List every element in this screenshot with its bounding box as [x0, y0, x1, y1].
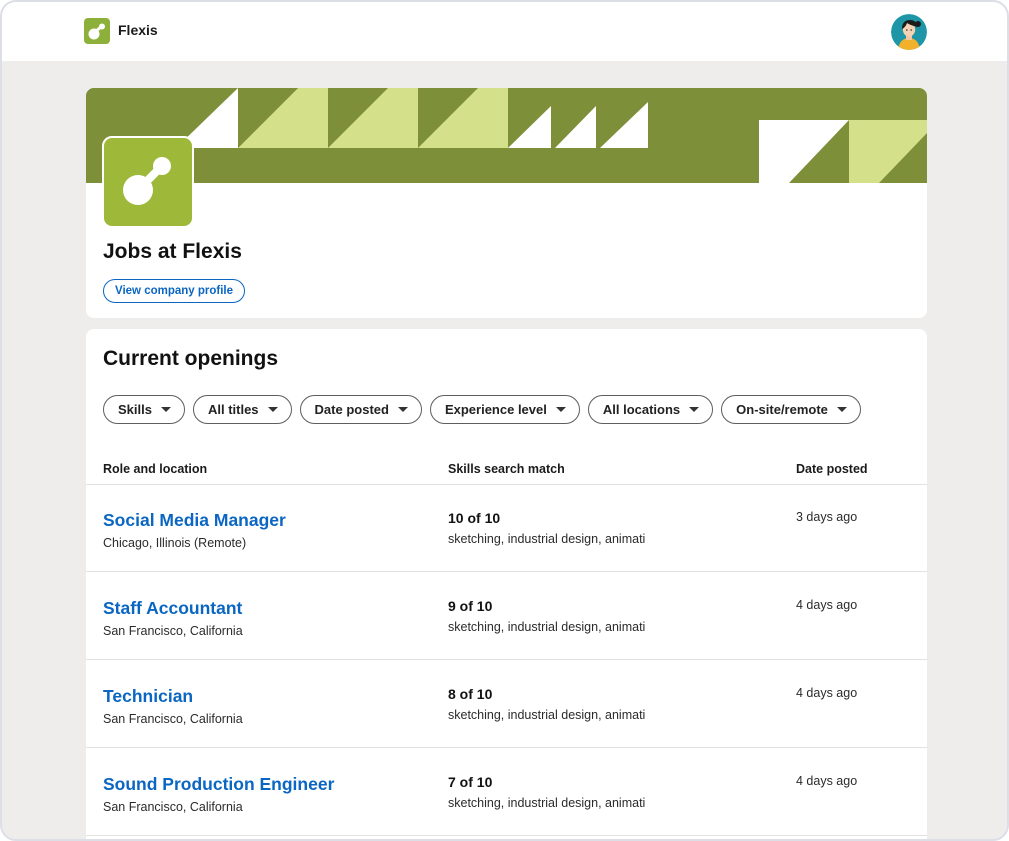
table-row: Social Media Manager Chicago, Illinois (… — [86, 485, 927, 572]
job-title-link[interactable]: Technician — [103, 686, 193, 707]
filter-date-posted[interactable]: Date posted — [299, 395, 422, 424]
table-header: Role and location Skills search match Da… — [86, 455, 927, 485]
column-header-skills: Skills search match — [448, 462, 565, 476]
caret-down-icon — [689, 407, 700, 412]
date-posted: 4 days ago — [796, 774, 858, 788]
date-posted: 4 days ago — [796, 686, 858, 700]
filter-skills[interactable]: Skills — [103, 395, 185, 424]
caret-down-icon — [555, 407, 566, 412]
job-title-link[interactable]: Social Media Manager — [103, 510, 286, 531]
job-title-link[interactable]: Sound Production Engineer — [103, 774, 334, 795]
filter-titles[interactable]: All titles — [192, 395, 292, 424]
matched-skills: sketching, industrial design, animati — [448, 796, 646, 810]
job-location: San Francisco, California — [103, 800, 243, 814]
date-posted: 3 days ago — [796, 510, 858, 524]
nav-brand-name[interactable]: Flexis — [118, 22, 158, 38]
filter-label: All titles — [207, 402, 259, 417]
current-openings-card: Current openings Skills All titles Date … — [86, 329, 927, 839]
matched-skills: sketching, industrial design, animati — [448, 620, 646, 634]
skills-match-count: 7 of 10 — [448, 774, 493, 790]
column-header-date: Date posted — [796, 462, 868, 476]
filter-label: Skills — [118, 402, 152, 417]
job-location: San Francisco, California — [103, 712, 243, 726]
filter-label: All locations — [602, 402, 681, 417]
table-row: Technician San Francisco, California 8 o… — [86, 661, 927, 748]
filter-experience-level[interactable]: Experience level — [429, 395, 580, 424]
top-nav: Flexis — [2, 2, 1007, 61]
caret-down-icon — [397, 407, 408, 412]
company-logo-icon — [102, 136, 194, 228]
filter-label: On-site/remote — [736, 402, 828, 417]
skills-match-count: 9 of 10 — [448, 598, 493, 614]
filter-bar: Skills All titles Date posted Experience… — [103, 395, 861, 424]
app-frame: Flexis Jobs at Flexis View company profi… — [0, 0, 1009, 841]
job-title-link[interactable]: Staff Accountant — [103, 598, 242, 619]
job-location: Chicago, Illinois (Remote) — [103, 536, 247, 550]
filter-onsite-remote[interactable]: On-site/remote — [721, 395, 861, 424]
matched-skills: sketching, industrial design, animati — [448, 708, 646, 722]
table-row: Staff Accountant San Francisco, Californ… — [86, 573, 927, 660]
view-company-profile-button[interactable]: View company profile — [103, 279, 246, 303]
company-banner — [86, 88, 927, 183]
page-title: Jobs at Flexis — [103, 240, 242, 263]
skills-match-count: 10 of 10 — [448, 510, 501, 526]
table-row: Sound Production Engineer San Francisco,… — [86, 749, 927, 836]
skills-match-count: 8 of 10 — [448, 686, 493, 702]
caret-down-icon — [160, 407, 171, 412]
filter-label: Experience level — [444, 402, 547, 417]
job-location: San Francisco, California — [103, 624, 243, 638]
company-hero-card: Jobs at Flexis View company profile — [86, 88, 927, 318]
caret-down-icon — [836, 407, 847, 412]
date-posted: 4 days ago — [796, 598, 858, 612]
column-header-role: Role and location — [103, 462, 208, 476]
user-avatar[interactable] — [891, 14, 927, 50]
filter-label: Date posted — [314, 402, 389, 417]
filter-locations[interactable]: All locations — [587, 395, 714, 424]
flexis-logo-icon[interactable] — [84, 18, 110, 44]
caret-down-icon — [267, 407, 278, 412]
matched-skills: sketching, industrial design, animati — [448, 532, 646, 546]
openings-title: Current openings — [103, 347, 279, 370]
